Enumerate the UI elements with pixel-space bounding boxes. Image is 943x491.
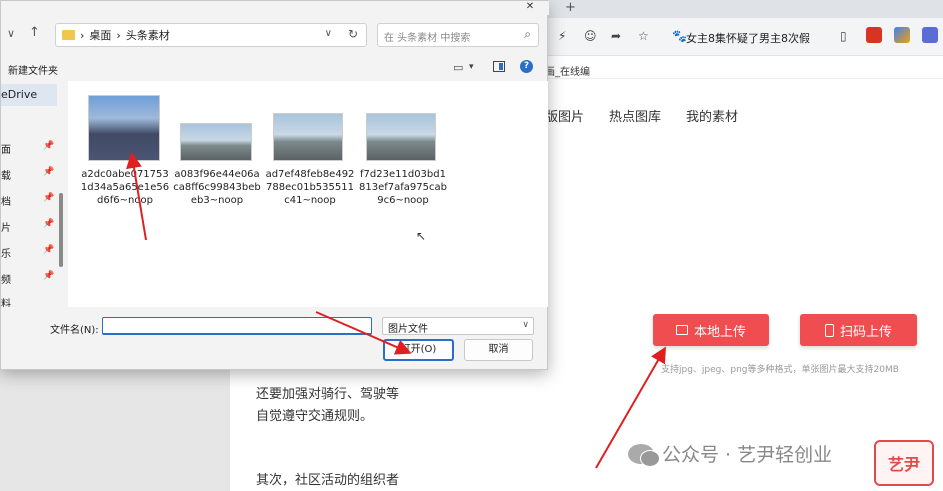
qr-upload-label: 扫码上传 xyxy=(839,324,892,340)
chevron-down-icon[interactable]: ∨ xyxy=(7,27,15,40)
file-name: a2dc0abe0717531d34a5a65e1e56d6f6~noop xyxy=(80,169,170,206)
new-tab-button[interactable]: + xyxy=(565,0,576,15)
filetype-value: 图片文件 xyxy=(388,324,428,335)
breadcrumb-folder[interactable]: 头条素材 xyxy=(126,27,170,43)
nav-item[interactable]: 面 xyxy=(1,141,11,156)
refresh-icon[interactable]: ↻ xyxy=(348,27,358,41)
article-line: 还要加强对骑行、驾驶等 xyxy=(256,387,400,402)
dialog-command-bar: 新建文件夹 ▭ ▾ ? xyxy=(1,57,547,81)
dialog-title-strip xyxy=(1,1,549,15)
file-open-dialog: ✕ ∨ ↑ › 桌面 › 头条素材 ∨ ↻ 在 头条素材 中搜索 ⌕ 新建文件夹… xyxy=(0,0,549,370)
pdf-extension-icon[interactable] xyxy=(866,27,882,43)
chevron-down-icon[interactable]: ∨ xyxy=(325,28,332,39)
image-source-tabs: 版图片 热点图库 我的素材 xyxy=(545,106,738,125)
share-icon[interactable]: ➦ xyxy=(611,29,621,43)
watermark-text: 公众号 · 艺尹轻创业 xyxy=(662,444,833,466)
scrollbar[interactable] xyxy=(59,193,63,267)
close-icon[interactable]: ✕ xyxy=(511,1,549,13)
bookmark-item[interactable]: 画_在线编 xyxy=(545,63,590,78)
wechat-icon xyxy=(628,443,660,467)
chevron-right-icon: › xyxy=(80,28,85,42)
translate-extension-icon[interactable] xyxy=(922,27,938,43)
file-thumbnail xyxy=(88,95,160,161)
pin-icon: 📌 xyxy=(43,271,55,281)
preview-pane-icon[interactable] xyxy=(493,61,505,72)
upload-hint: 支持jpg、jpeg、png等多种格式，单张图片最大支持20MB xyxy=(661,365,899,375)
pin-icon: 📌 xyxy=(43,141,55,151)
bookmark-bar xyxy=(545,57,943,79)
pin-icon: 📌 xyxy=(43,193,55,203)
monitor-icon xyxy=(675,325,688,335)
file-thumbnail xyxy=(273,113,343,161)
nav-item[interactable]: 片 xyxy=(1,219,11,234)
nav-item[interactable]: 频 xyxy=(1,271,11,286)
search-placeholder: 在 头条素材 中搜索 xyxy=(384,33,471,44)
filetype-select[interactable]: 图片文件 ∨ xyxy=(382,317,534,335)
paw-icon[interactable]: 🐾 xyxy=(672,29,687,43)
tab-my-materials[interactable]: 我的素材 xyxy=(686,106,738,125)
tab-hot-gallery[interactable]: 热点图库 xyxy=(609,106,661,125)
breadcrumb-desktop[interactable]: 桌面 xyxy=(89,27,111,43)
search-input[interactable]: 在 头条素材 中搜索 ⌕ xyxy=(377,23,539,47)
mobile-icon xyxy=(824,323,834,337)
folder-icon xyxy=(62,30,75,40)
arrow-up-icon[interactable]: ↑ xyxy=(29,25,40,40)
local-upload-label: 本地上传 xyxy=(693,324,746,340)
pin-icon: 📌 xyxy=(43,245,55,255)
file-thumbnail xyxy=(366,113,436,161)
pin-icon: 📌 xyxy=(43,167,55,177)
new-folder-button[interactable]: 新建文件夹 xyxy=(8,62,58,77)
robot-icon[interactable]: ☺ xyxy=(584,29,597,43)
dialog-nav-row: ∨ ↑ › 桌面 › 头条素材 ∨ ↻ 在 头条素材 中搜索 ⌕ xyxy=(1,19,547,51)
file-name: ad7ef48feb8e492788ec01b535511c41~noop xyxy=(265,169,355,206)
file-name: f7d23e11d03bd1813ef7afa975cab9c6~noop xyxy=(359,169,447,206)
tab-free-images[interactable]: 版图片 xyxy=(545,106,584,125)
address-bar[interactable]: › 桌面 › 头条素材 ∨ ↻ xyxy=(55,23,367,47)
view-icon[interactable]: ▭ xyxy=(453,61,463,74)
filename-label: 文件名(N): xyxy=(50,325,99,336)
watermark: 公众号 · 艺尹轻创业 xyxy=(628,440,832,467)
local-upload-button[interactable]: 本地上传 xyxy=(653,314,769,346)
phone-icon[interactable]: ▯ xyxy=(840,29,847,43)
help-icon[interactable]: ? xyxy=(520,60,533,73)
chevron-down-icon: ∨ xyxy=(522,320,529,330)
nav-item[interactable]: 档 xyxy=(1,193,11,208)
star-icon[interactable]: ☆ xyxy=(638,29,649,43)
mouse-cursor-icon: ↖ xyxy=(416,229,427,243)
open-button[interactable]: 打开(O) xyxy=(383,339,454,361)
nav-item-onedrive[interactable]: eDrive xyxy=(1,84,57,106)
nav-item[interactable]: 载 xyxy=(1,167,11,182)
chevron-right-icon: › xyxy=(116,28,121,42)
file-name: a083f96e44e06aca8ff6c99843bebeb3~noop xyxy=(173,169,261,206)
page-title-tab[interactable]: 女主8集怀疑了男主8次假 xyxy=(686,30,844,46)
cancel-button[interactable]: 取消 xyxy=(464,339,533,361)
file-thumbnail xyxy=(180,123,252,161)
qr-upload-button[interactable]: 扫码上传 xyxy=(800,314,917,346)
navigation-pane: eDrive 面 📌 载 📌 档 📌 片 📌 乐 📌 频 📌 料 xyxy=(1,81,67,310)
nav-item[interactable]: 乐 xyxy=(1,245,11,260)
browser-tab-bar xyxy=(545,0,943,18)
file-list: a2dc0abe0717531d34a5a65e1e56d6f6~noop a0… xyxy=(68,81,548,307)
filename-input[interactable] xyxy=(102,317,372,335)
corner-logo: 艺尹 xyxy=(874,440,934,486)
bolt-icon[interactable]: ⚡ xyxy=(558,29,566,43)
article-line: 其次，社区活动的组织者 xyxy=(256,473,400,488)
ai-extension-icon[interactable] xyxy=(894,27,910,43)
chevron-down-icon[interactable]: ▾ xyxy=(469,62,474,72)
article-line: 自觉遵守交通规则。 xyxy=(256,409,374,424)
search-icon: ⌕ xyxy=(524,27,531,41)
pin-icon: 📌 xyxy=(43,219,55,229)
